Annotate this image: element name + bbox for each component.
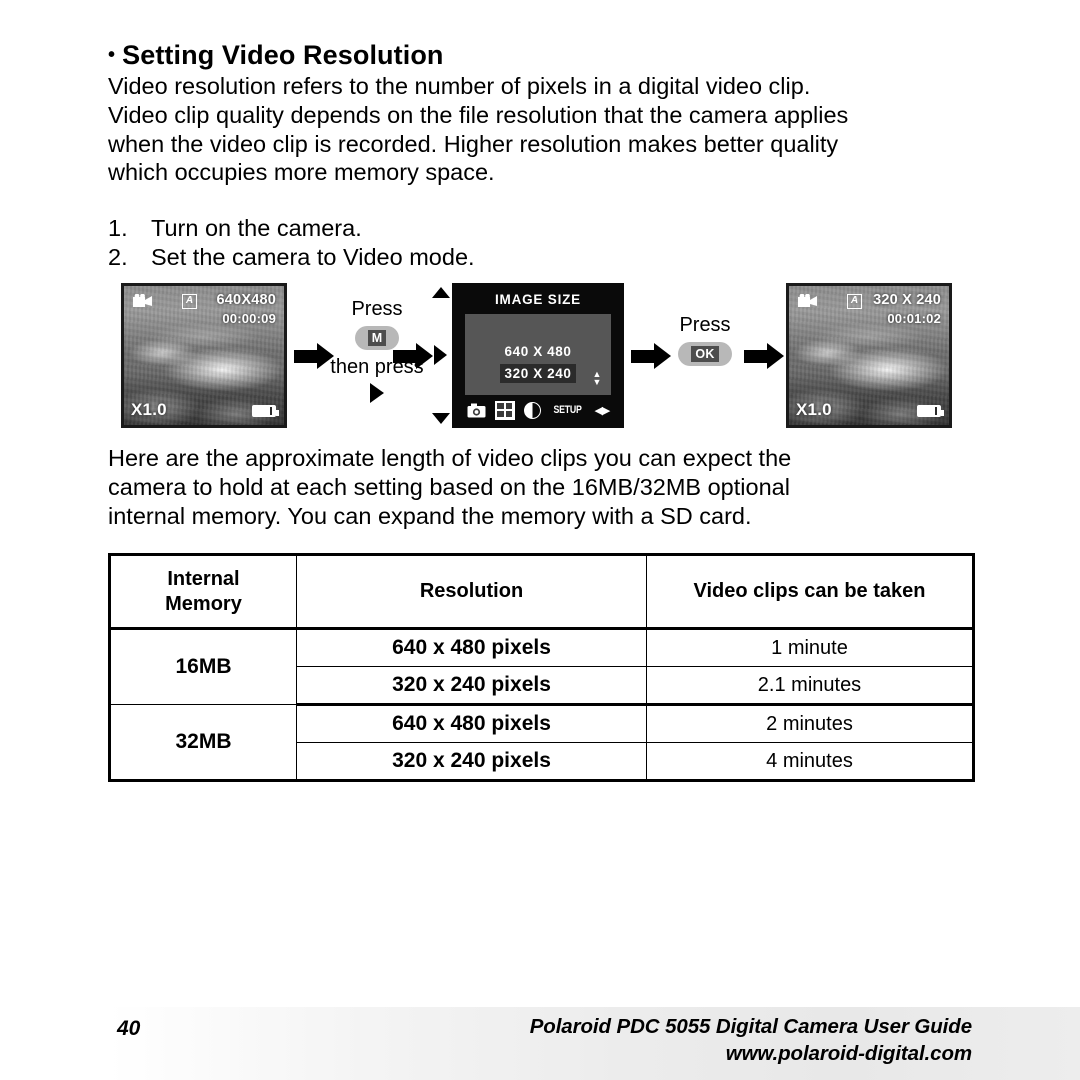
list-item: 2. Set the camera to Video mode. [108,243,475,272]
lcd-screen-after: A 320 X 240 00:01:02 X1.0 [786,283,952,428]
memory-cell-16mb: 16MB [109,628,297,705]
menu-option-640x480[interactable]: 640 X 480 [500,342,577,361]
video-camera-icon [133,294,152,307]
ok-button-label: OK [691,346,719,362]
column-header-memory-line1: Internal [167,567,240,590]
press-label: Press [351,298,403,320]
lcd-resolution-label: 640X480 [216,292,276,308]
lcd-screen-before: A 640X480 00:00:09 X1.0 [121,283,287,428]
flow-arrow-icon [744,343,784,369]
lcd-timecode-label: 00:00:09 [222,311,276,326]
video-capacity-table: Internal Memory Resolution Video clips c… [108,553,975,782]
press-ok-instruction: Press OK [657,313,753,371]
resolution-cell: 320 x 240 pixels [296,742,647,781]
menu-option-320x240[interactable]: 320 X 240 [499,364,577,383]
workflow-diagram: A 640X480 00:00:09 X1.0 Press M then pre… [108,283,974,433]
battery-icon [252,405,279,417]
menu-option-list: 640 X 480 320 X 240 [465,342,611,386]
page-title-text: Setting Video Resolution [122,40,444,70]
lcd-osd-overlay: A 320 X 240 00:01:02 X1.0 [789,286,949,425]
navigation-arrows [430,283,452,428]
step-text: Set the camera to Video mode. [151,244,475,270]
table-header-row: Internal Memory Resolution Video clips c… [109,554,974,630]
ok-button[interactable]: OK [678,342,732,366]
manual-page: • Setting Video Resolution Video resoluti… [0,0,1080,1080]
clips-cell: 4 minutes [646,742,974,781]
battery-icon [917,405,944,417]
table-row: 32MB 640 x 480 pixels 2 minutes [109,704,974,781]
clips-cell: 2.1 minutes [646,666,974,706]
lcd-timecode-label: 00:01:02 [887,311,941,326]
right-arrow-icon [370,383,384,403]
bullet-icon: • [108,44,116,66]
resolution-cell: 320 x 240 pixels [296,666,647,706]
page-title: • Setting Video Resolution [108,40,444,71]
page-number: 40 [117,1017,141,1040]
step-text: Turn on the camera. [151,215,362,241]
menu-tab-bar: SETUP ◀▶ [454,397,622,423]
down-arrow-icon [432,413,450,424]
right-arrow-icon [434,345,447,365]
auto-mode-icon: A [847,294,862,309]
press-label: Press [679,314,731,336]
lcd-zoom-label: X1.0 [131,400,167,419]
auto-mode-icon: A [182,294,197,309]
intro-line-3: when the video clip is recorded. Higher … [108,130,839,157]
lcd-osd-overlay: A 640X480 00:00:09 X1.0 [124,286,284,425]
video-camera-icon [798,294,817,307]
column-header-resolution: Resolution [296,554,647,630]
memory-paragraph: Here are the approximate length of video… [108,444,974,530]
footer-text: Polaroid PDC 5055 Digital Camera User Gu… [530,1014,972,1067]
step-number: 1. [108,215,128,241]
intro-line-2: Video clip quality depends on the file r… [108,101,849,128]
resolution-cell: 640 x 480 pixels [296,628,647,667]
column-header-clips: Video clips can be taken [646,554,974,630]
flow-arrow-icon [393,343,433,369]
lcd-resolution-label: 320 X 240 [873,292,941,308]
step-number: 2. [108,244,128,270]
image-size-menu-screen: IMAGE SIZE 640 X 480 320 X 240 ▲ ▼ SETUP… [452,283,624,428]
contrast-tab-icon[interactable] [523,401,541,419]
memory-line-1: Here are the approximate length of video… [108,445,792,471]
intro-line-4: which occupies more memory space. [108,159,495,186]
image-size-tab-icon[interactable] [494,400,515,420]
list-item: 1. Turn on the camera. [108,214,475,243]
memory-line-2: camera to hold at each setting based on … [108,473,790,500]
up-down-arrows-icon: ▲ ▼ [592,369,602,387]
lcd-zoom-label: X1.0 [796,400,832,419]
camera-tab-icon[interactable] [467,403,486,418]
mode-button-label: M [367,330,387,346]
step-list: 1. Turn on the camera. 2. Set the camera… [108,214,475,272]
website-url: www.polaroid-digital.com [725,1041,972,1065]
column-header-memory-line2: Memory [165,592,242,615]
intro-line-1: Video resolution refers to the number of… [108,73,811,99]
menu-body: 640 X 480 320 X 240 ▲ ▼ [465,314,611,395]
intro-paragraph: Video resolution refers to the number of… [108,72,974,187]
table-row: 16MB 640 x 480 pixels 1 minute [109,628,974,705]
up-arrow-icon [432,287,450,298]
memory-line-3: internal memory. You can expand the memo… [108,502,752,529]
memory-cell-32mb: 32MB [109,704,297,781]
guide-title: Polaroid PDC 5055 Digital Camera User Gu… [529,1015,972,1038]
resolution-cell: 640 x 480 pixels [296,704,647,743]
setup-tab[interactable]: SETUP [554,404,582,416]
left-right-arrows-icon: ◀▶ [594,404,610,417]
column-header-memory: Internal Memory [109,554,297,630]
clips-cell: 2 minutes [646,704,974,743]
menu-title: IMAGE SIZE [494,292,581,307]
clips-cell: 1 minute [646,628,974,667]
